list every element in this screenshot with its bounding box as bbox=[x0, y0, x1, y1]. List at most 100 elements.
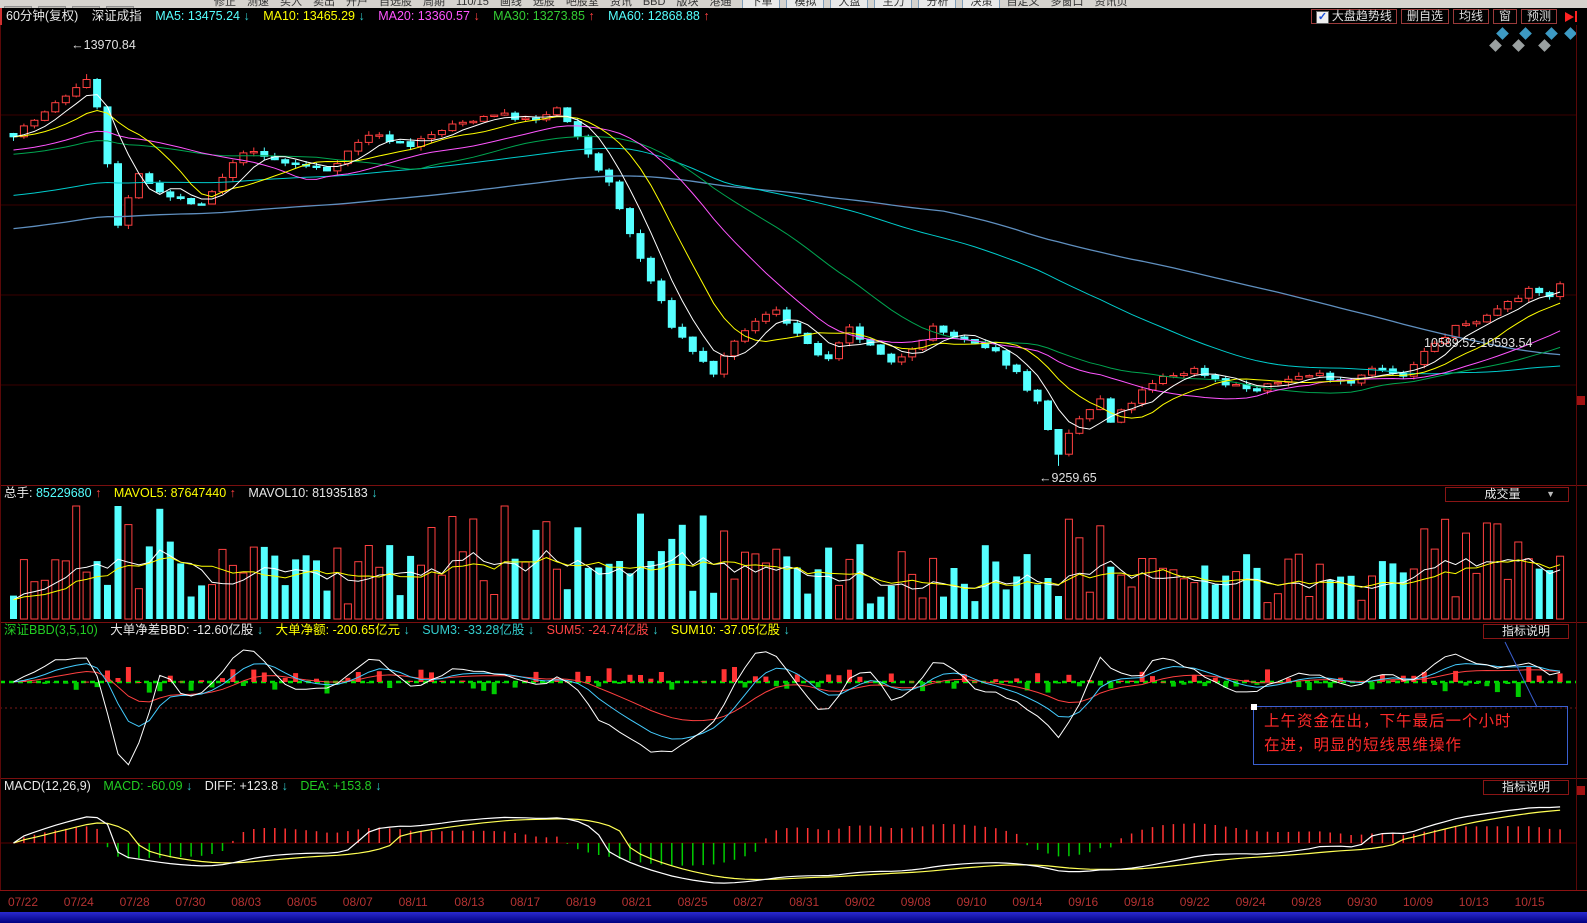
menu-item[interactable]: 110/15 bbox=[456, 0, 489, 8]
pane-border bbox=[0, 25, 1, 890]
mavol5-label: MAVOL5: 87647440 ↑ bbox=[114, 486, 236, 500]
down-arrow-icon: ↓ bbox=[371, 486, 377, 500]
ma10-value: MA10: 13465.29 ↓ bbox=[263, 9, 364, 23]
axis-date-label: 09/28 bbox=[1291, 895, 1321, 909]
down-arrow-icon: ↓ bbox=[473, 9, 479, 23]
axis-date-label: 09/22 bbox=[1180, 895, 1210, 909]
axis-date-label: 07/22 bbox=[8, 895, 38, 909]
axis-date-label: 08/31 bbox=[789, 895, 819, 909]
diff-value-label: DIFF: +123.8 ↓ bbox=[205, 779, 288, 793]
up-arrow-icon: ↑ bbox=[703, 9, 709, 23]
checkbox-checked-icon[interactable]: ✓ bbox=[1316, 11, 1329, 24]
menu-item[interactable]: 测速 bbox=[247, 0, 269, 8]
annotation-line2: 在进，明显的短线思维操作 bbox=[1264, 734, 1565, 758]
down-arrow-icon: ↓ bbox=[403, 623, 409, 637]
up-arrow-icon: ↑ bbox=[588, 9, 594, 23]
trendline-toggle[interactable]: ✓大盘趋势线 bbox=[1311, 9, 1397, 24]
ma5-value: MA5: 13475.24 ↓ bbox=[155, 9, 250, 23]
axis-date-label: 10/13 bbox=[1459, 895, 1489, 909]
delete-watchlist-button[interactable]: 删自选 bbox=[1401, 9, 1449, 24]
svg-text:←9259.65: ←9259.65 bbox=[1039, 471, 1097, 485]
axis-date-label: 09/02 bbox=[845, 895, 875, 909]
ma-lines-button[interactable]: 均线 bbox=[1453, 9, 1489, 24]
menu-item[interactable]: 多窗口 bbox=[1050, 0, 1083, 8]
menu-item[interactable]: 版块 bbox=[676, 0, 698, 8]
annotation-line1: 上午资金在出，下午最后一个小时 bbox=[1264, 710, 1565, 734]
main-candlestick-chart[interactable]: ←13970.84 ←9259.65 10589.52-10593.54 bbox=[0, 25, 1577, 485]
indicator-help-button[interactable]: 指标说明 bbox=[1483, 624, 1569, 639]
axis-date-label: 09/14 bbox=[1012, 895, 1042, 909]
menu-item[interactable]: 分析 bbox=[918, 0, 956, 8]
menu-item[interactable]: 港通 bbox=[709, 0, 731, 8]
indicator-help-button[interactable]: 指标说明 bbox=[1483, 780, 1569, 795]
top-menu-strip[interactable]: 修正 测速 买入 卖出 开户 自选股 周期 110/15 画线 选股 吧股室 资讯 BBD 版块 港通 下单模… bbox=[0, 0, 1587, 8]
menu-item[interactable]: 选股 bbox=[533, 0, 555, 8]
down-arrow-icon: ↓ bbox=[375, 779, 381, 793]
down-arrow-icon: ↓ bbox=[282, 779, 288, 793]
dea-value-label: DEA: +153.8 ↓ bbox=[300, 779, 381, 793]
menu-item[interactable]: 自定义 bbox=[1006, 0, 1039, 8]
menu-item[interactable]: 买入 bbox=[280, 0, 302, 8]
chart-controls: ✓大盘趋势线 删自选 均线 窗 预测 bbox=[1311, 9, 1577, 24]
window-button[interactable]: 窗 bbox=[1493, 9, 1517, 24]
axis-date-label: 08/27 bbox=[733, 895, 763, 909]
bbd-net-label: 大单净额: -200.65亿元 ↓ bbox=[276, 623, 410, 637]
down-arrow-icon: ↓ bbox=[784, 623, 790, 637]
axis-date-label: 08/25 bbox=[678, 895, 708, 909]
axis-date-label: 09/10 bbox=[957, 895, 987, 909]
pane-border bbox=[1576, 25, 1577, 890]
axis-date-label: 09/30 bbox=[1347, 895, 1377, 909]
down-arrow-icon: ↓ bbox=[652, 623, 658, 637]
menu-item[interactable]: 自选股 bbox=[379, 0, 412, 8]
menu-item[interactable]: 卖出 bbox=[313, 0, 335, 8]
sum10-label: SUM10: -37.05亿股 ↓ bbox=[671, 623, 790, 637]
axis-date-label: 09/08 bbox=[901, 895, 931, 909]
symbol-label[interactable]: 深证成指 bbox=[92, 9, 142, 23]
indicator-bar: 60分钟(复权) 深证成指 MA5: 13475.24 ↓ MA10: 1346… bbox=[0, 8, 1587, 25]
up-arrow-icon: ↑ bbox=[230, 486, 236, 500]
menu-item[interactable]: 资讯 bbox=[610, 0, 632, 8]
svg-text:10589.52-10593.54: 10589.52-10593.54 bbox=[1424, 336, 1532, 350]
menu-item[interactable]: 资讯页 bbox=[1094, 0, 1127, 8]
ma-readout: 60分钟(复权) 深证成指 MA5: 13475.24 ↓ MA10: 1346… bbox=[6, 8, 720, 25]
bottom-taskbar-strip bbox=[0, 912, 1587, 923]
axis-date-label: 09/18 bbox=[1124, 895, 1154, 909]
macd-chart[interactable] bbox=[0, 795, 1577, 889]
menu-item[interactable]: 下单 bbox=[742, 0, 780, 8]
menu-item[interactable]: BBD bbox=[643, 0, 666, 8]
axis-date-label: 08/21 bbox=[622, 895, 652, 909]
menu-item[interactable]: 吧股室 bbox=[566, 0, 599, 8]
macd-header: MACD(12,26,9) MACD: -60.09 ↓ DIFF: +123.… bbox=[0, 778, 1587, 795]
axis-date-label: 08/11 bbox=[399, 895, 428, 909]
down-arrow-icon: ↓ bbox=[244, 9, 250, 23]
period-label[interactable]: 60分钟(复权) bbox=[6, 9, 78, 23]
menu-item[interactable]: 周期 bbox=[423, 0, 445, 8]
scroll-marker[interactable] bbox=[1577, 786, 1585, 795]
menu-item[interactable]: 模拟 bbox=[786, 0, 824, 8]
menu-item[interactable]: 开户 bbox=[346, 0, 368, 8]
annotation-note[interactable]: 上午资金在出，下午最后一个小时 在进，明显的短线思维操作 bbox=[1253, 706, 1568, 765]
toolbar-icons[interactable] bbox=[4, 0, 140, 8]
bbd-diff-label: 大单净差BBD: -12.60亿股 ↓ bbox=[110, 623, 263, 637]
bbd-header: 深证BBD(3,5,10) 大单净差BBD: -12.60亿股 ↓ 大单净额: … bbox=[0, 622, 1587, 638]
axis-date-label: 08/07 bbox=[343, 895, 373, 909]
axis-date-label: 10/15 bbox=[1515, 895, 1545, 909]
up-arrow-icon: ↑ bbox=[95, 486, 101, 500]
menu-item[interactable]: 主力 bbox=[874, 0, 912, 8]
menu-item[interactable]: 大盘 bbox=[830, 0, 868, 8]
forecast-button[interactable]: 预测 bbox=[1521, 9, 1557, 24]
menu-item[interactable]: 修正 bbox=[214, 0, 236, 8]
time-axis: 07/2207/2407/2807/3008/0308/0508/0708/11… bbox=[0, 890, 1587, 913]
accent-edge bbox=[0, 8, 2, 25]
menu-item[interactable]: 决策 bbox=[962, 0, 1000, 8]
svg-text:←13970.84: ←13970.84 bbox=[71, 38, 136, 52]
menu-items[interactable]: 修正 测速 买入 卖出 开户 自选股 周期 110/15 画线 选股 吧股室 资讯 BBD 版块 港通 下单模… bbox=[214, 0, 1138, 8]
chevron-down-icon: ▼ bbox=[1546, 488, 1555, 501]
volume-chart[interactable] bbox=[0, 501, 1577, 621]
axis-date-label: 09/16 bbox=[1068, 895, 1098, 909]
indicator-selector-dropdown[interactable]: 成交量▼ bbox=[1445, 487, 1569, 502]
next-arrow-icon[interactable] bbox=[1565, 11, 1577, 22]
ma60-value: MA60: 12868.88 ↑ bbox=[608, 9, 709, 23]
menu-item[interactable]: 画线 bbox=[500, 0, 522, 8]
scroll-marker[interactable] bbox=[1577, 396, 1585, 405]
